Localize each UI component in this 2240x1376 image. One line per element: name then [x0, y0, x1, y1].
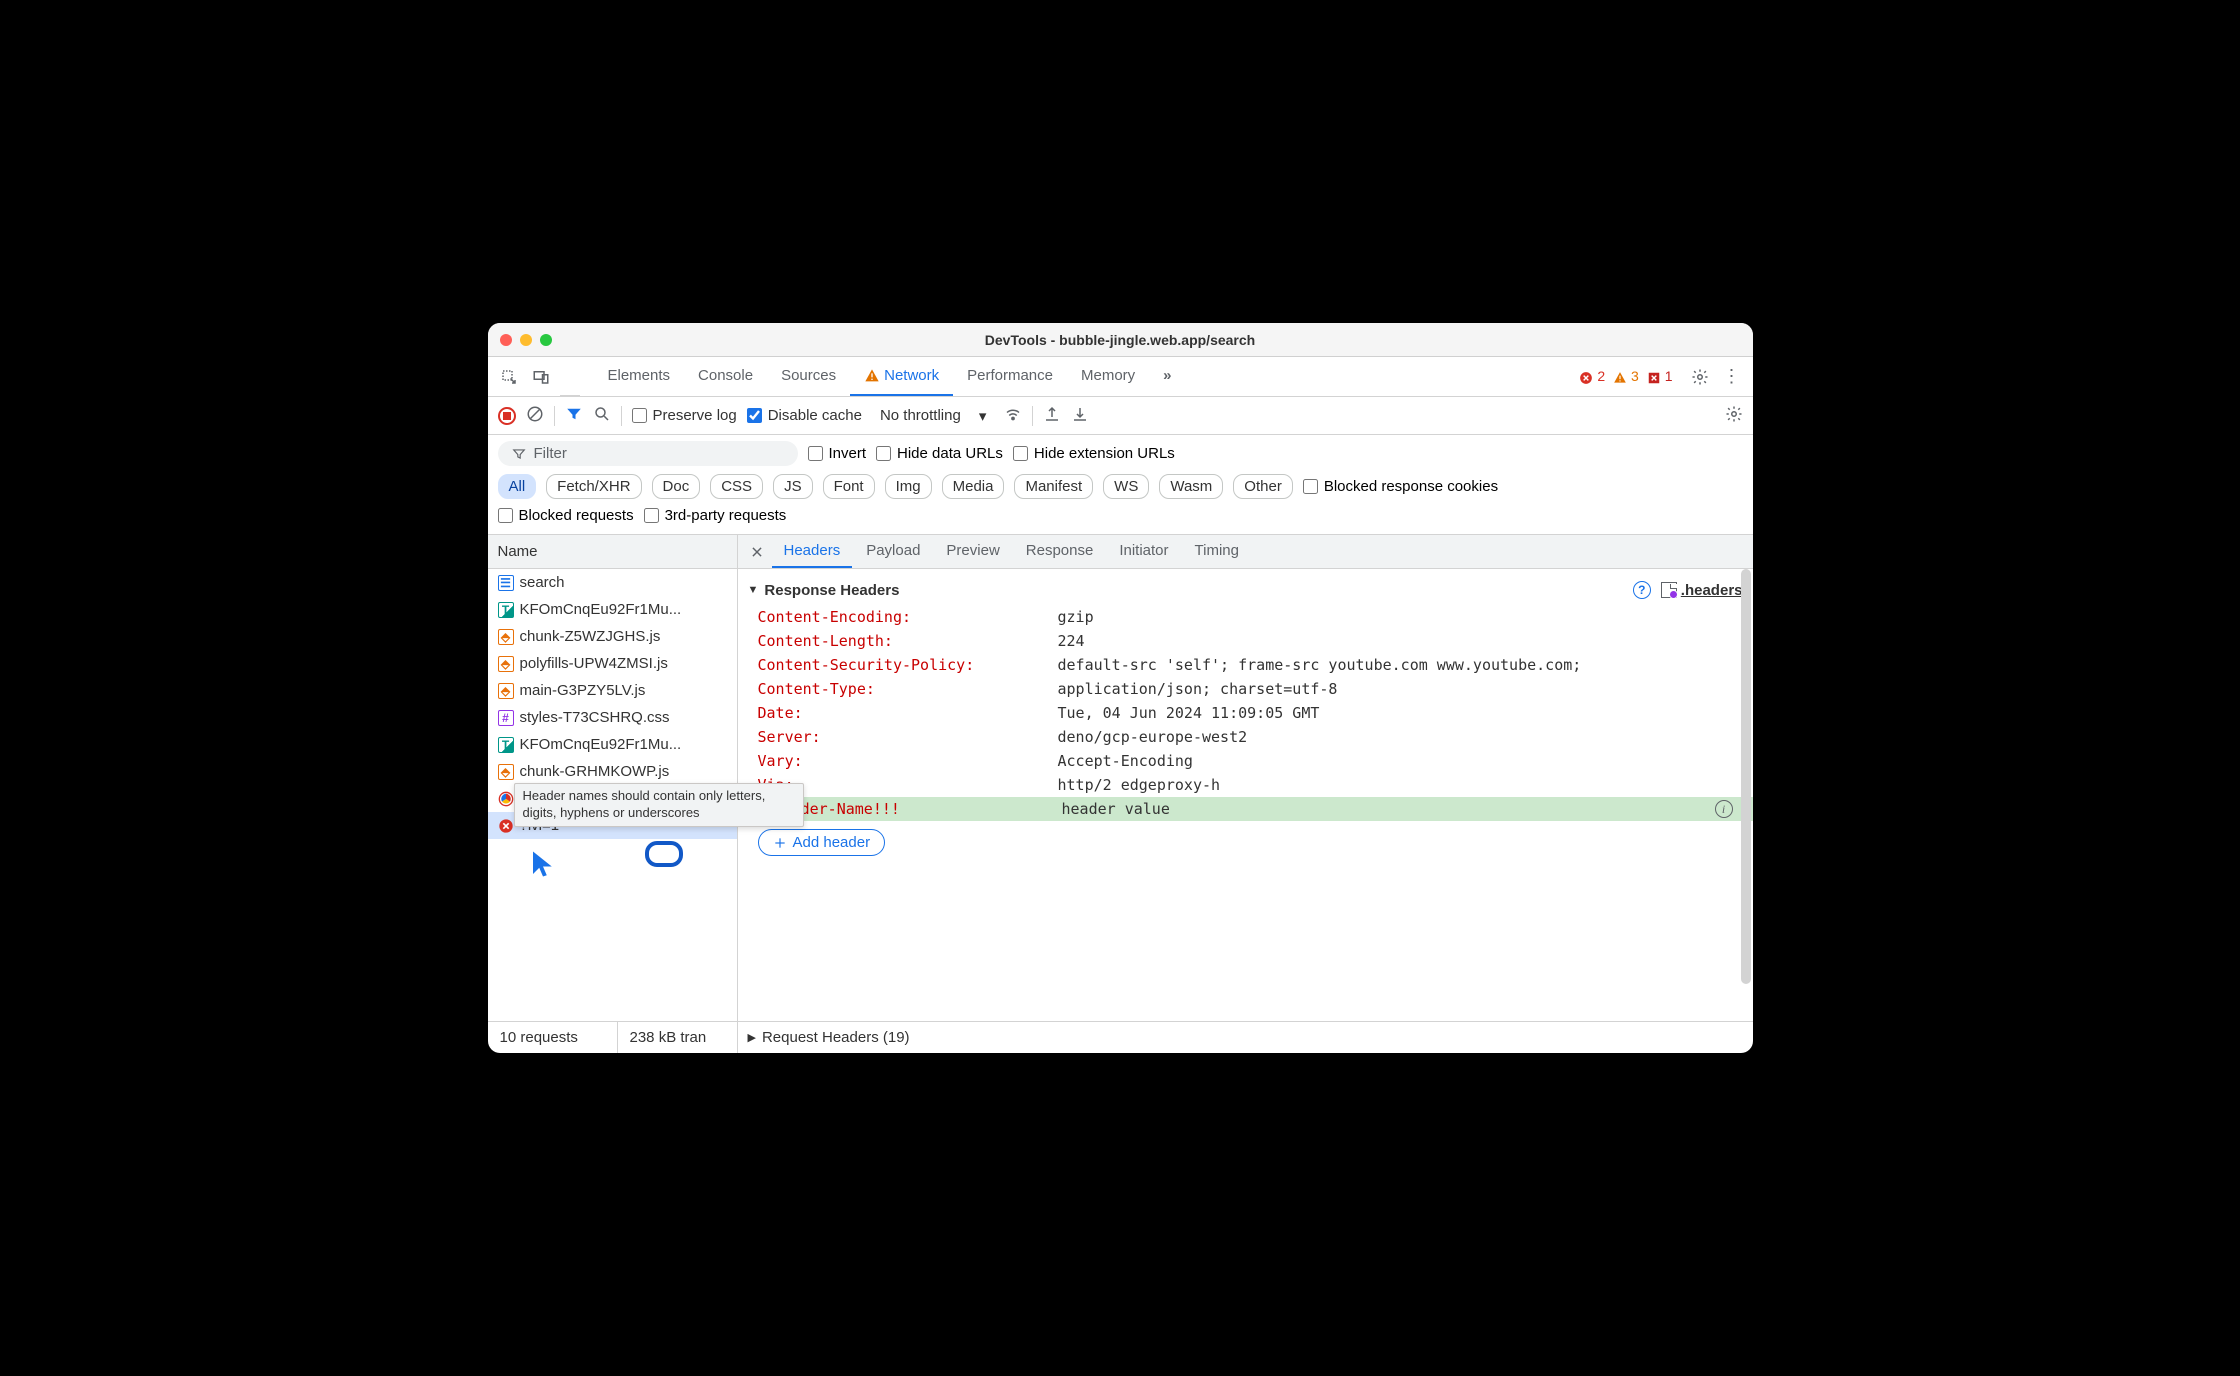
request-row[interactable]: ⬘main-G3PZY5LV.js [488, 677, 737, 704]
hide-extension-urls-checkbox[interactable]: Hide extension URLs [1013, 445, 1175, 462]
headers-override-link[interactable]: .headers [1661, 582, 1743, 599]
request-row[interactable]: #styles-T73CSHRQ.css [488, 704, 737, 731]
devtools-window: DevTools - bubble-jingle.web.app/search … [488, 323, 1753, 1053]
filter-type-ws[interactable]: WS [1103, 474, 1149, 499]
main-panel-tabs: Elements Console Sources Network Perform… [488, 357, 1753, 397]
header-row: Content-Type:application/json; charset=u… [738, 677, 1753, 701]
header-row: Content-Length:224 [738, 629, 1753, 653]
close-details-icon[interactable] [744, 545, 770, 559]
request-row[interactable]: ☰search [488, 569, 737, 596]
invert-checkbox[interactable]: Invert [808, 445, 867, 462]
network-toolbar: Preserve log Disable cache No throttling… [488, 397, 1753, 435]
third-party-checkbox[interactable]: 3rd-party requests [644, 507, 787, 524]
settings-icon[interactable] [1687, 364, 1713, 390]
filter-type-other[interactable]: Other [1233, 474, 1293, 499]
disable-cache-checkbox[interactable]: Disable cache [747, 407, 862, 424]
header-row: Server:deno/gcp-europe-west2 [738, 725, 1753, 749]
more-menu-icon[interactable]: ⋮ [1719, 364, 1745, 390]
dtab-preview[interactable]: Preview [934, 535, 1011, 568]
header-row: Vary:Accept-Encoding [738, 749, 1753, 773]
tab-sources[interactable]: Sources [767, 357, 850, 396]
titlebar: DevTools - bubble-jingle.web.app/search [488, 323, 1753, 357]
header-row: Date:Tue, 04 Jun 2024 11:09:05 GMT [738, 701, 1753, 725]
filter-icon[interactable] [565, 405, 583, 427]
filter-input[interactable]: Filter [498, 441, 798, 466]
header-row: Content-Security-Policy:default-src 'sel… [738, 653, 1753, 677]
request-details: Headers Payload Preview Response Initiat… [738, 535, 1753, 1021]
filter-type-js[interactable]: JS [773, 474, 813, 499]
filter-type-img[interactable]: Img [885, 474, 932, 499]
add-header-button[interactable]: Add header [758, 829, 886, 856]
dtab-timing[interactable]: Timing [1183, 535, 1251, 568]
header-row: Via:http/2 edgeproxy-h [738, 773, 1753, 797]
filter-type-doc[interactable]: Doc [652, 474, 701, 499]
window-title: DevTools - bubble-jingle.web.app/search [488, 332, 1753, 348]
tab-elements[interactable]: Elements [594, 357, 685, 396]
transferred-size: 238 kB tran [618, 1022, 738, 1053]
throttling-select[interactable]: No throttling ▾ [872, 405, 994, 427]
maximize-window[interactable] [540, 334, 552, 346]
dtab-response[interactable]: Response [1014, 535, 1106, 568]
override-file-icon [1661, 582, 1677, 598]
request-row[interactable]: ⬘chunk-Z5WZJGHS.js [488, 623, 737, 650]
request-headers-collapsed[interactable]: ▶Request Headers (19) [738, 1029, 920, 1046]
custom-header-bang: !!! [873, 800, 900, 818]
filter-type-css[interactable]: CSS [710, 474, 763, 499]
request-row[interactable]: ⬘polyfills-UPW4ZMSI.js [488, 650, 737, 677]
blocked-requests-checkbox[interactable]: Blocked requests [498, 507, 634, 524]
dtab-payload[interactable]: Payload [854, 535, 932, 568]
minimize-window[interactable] [520, 334, 532, 346]
tab-console[interactable]: Console [684, 357, 767, 396]
request-row[interactable]: TKFOmCnqEu92Fr1Mu... [488, 731, 737, 758]
filter-type-all[interactable]: All [498, 474, 537, 499]
network-conditions-icon[interactable] [1004, 405, 1022, 427]
filter-type-fetch[interactable]: Fetch/XHR [546, 474, 641, 499]
close-window[interactable] [500, 334, 512, 346]
help-icon[interactable]: ? [1633, 581, 1651, 599]
filter-type-font[interactable]: Font [823, 474, 875, 499]
status-bar: 10 requests 238 kB tran ▶Request Headers… [488, 1021, 1753, 1053]
search-icon[interactable] [593, 405, 611, 427]
export-icon[interactable] [1071, 405, 1089, 427]
content-area: Name ☰searchTKFOmCnqEu92Fr1Mu...⬘chunk-Z… [488, 535, 1753, 1021]
window-controls [500, 334, 552, 346]
request-row[interactable]: ⬘chunk-GRHMKOWP.js [488, 758, 737, 785]
filter-type-media[interactable]: Media [942, 474, 1005, 499]
more-tabs-icon[interactable]: » [1149, 357, 1185, 396]
record-button[interactable] [498, 407, 516, 425]
info-icon[interactable]: i [1715, 800, 1733, 818]
dtab-initiator[interactable]: Initiator [1107, 535, 1180, 568]
custom-header-row[interactable]: Header-Name!!! header value i [738, 797, 1753, 821]
validation-tooltip: Header names should contain only letters… [738, 783, 804, 827]
inspect-icon[interactable] [496, 364, 522, 390]
device-toolbar-icon[interactable] [528, 364, 554, 390]
details-tabs: Headers Payload Preview Response Initiat… [738, 535, 1753, 569]
dtab-headers[interactable]: Headers [772, 535, 853, 568]
blocked-cookies-checkbox[interactable]: Blocked response cookies [1303, 478, 1498, 495]
import-icon[interactable] [1043, 405, 1061, 427]
filter-type-wasm[interactable]: Wasm [1159, 474, 1223, 499]
name-column-header[interactable]: Name [488, 535, 737, 569]
headers-body: ▼Response Headers ? .headers Content-Enc… [738, 569, 1753, 1021]
request-count: 10 requests [488, 1022, 618, 1053]
filter-bar: Filter Invert Hide data URLs Hide extens… [488, 435, 1753, 535]
tab-memory[interactable]: Memory [1067, 357, 1149, 396]
response-headers-section[interactable]: ▼Response Headers ? .headers [738, 575, 1753, 605]
tab-performance[interactable]: Performance [953, 357, 1067, 396]
scrollbar[interactable] [1741, 569, 1751, 984]
clear-icon[interactable] [526, 405, 544, 427]
status-counters[interactable]: 2 3 1 [1579, 368, 1672, 384]
header-row: Content-Encoding:gzip [738, 605, 1753, 629]
hide-data-urls-checkbox[interactable]: Hide data URLs [876, 445, 1003, 462]
request-sidebar: Name ☰searchTKFOmCnqEu92Fr1Mu...⬘chunk-Z… [488, 535, 738, 1021]
network-settings-icon[interactable] [1725, 405, 1743, 427]
preserve-log-checkbox[interactable]: Preserve log [632, 407, 737, 424]
request-row[interactable]: TKFOmCnqEu92Fr1Mu... [488, 596, 737, 623]
tab-network[interactable]: Network [850, 357, 953, 396]
custom-header-value[interactable]: header value [1062, 800, 1170, 818]
filter-type-manifest[interactable]: Manifest [1014, 474, 1093, 499]
